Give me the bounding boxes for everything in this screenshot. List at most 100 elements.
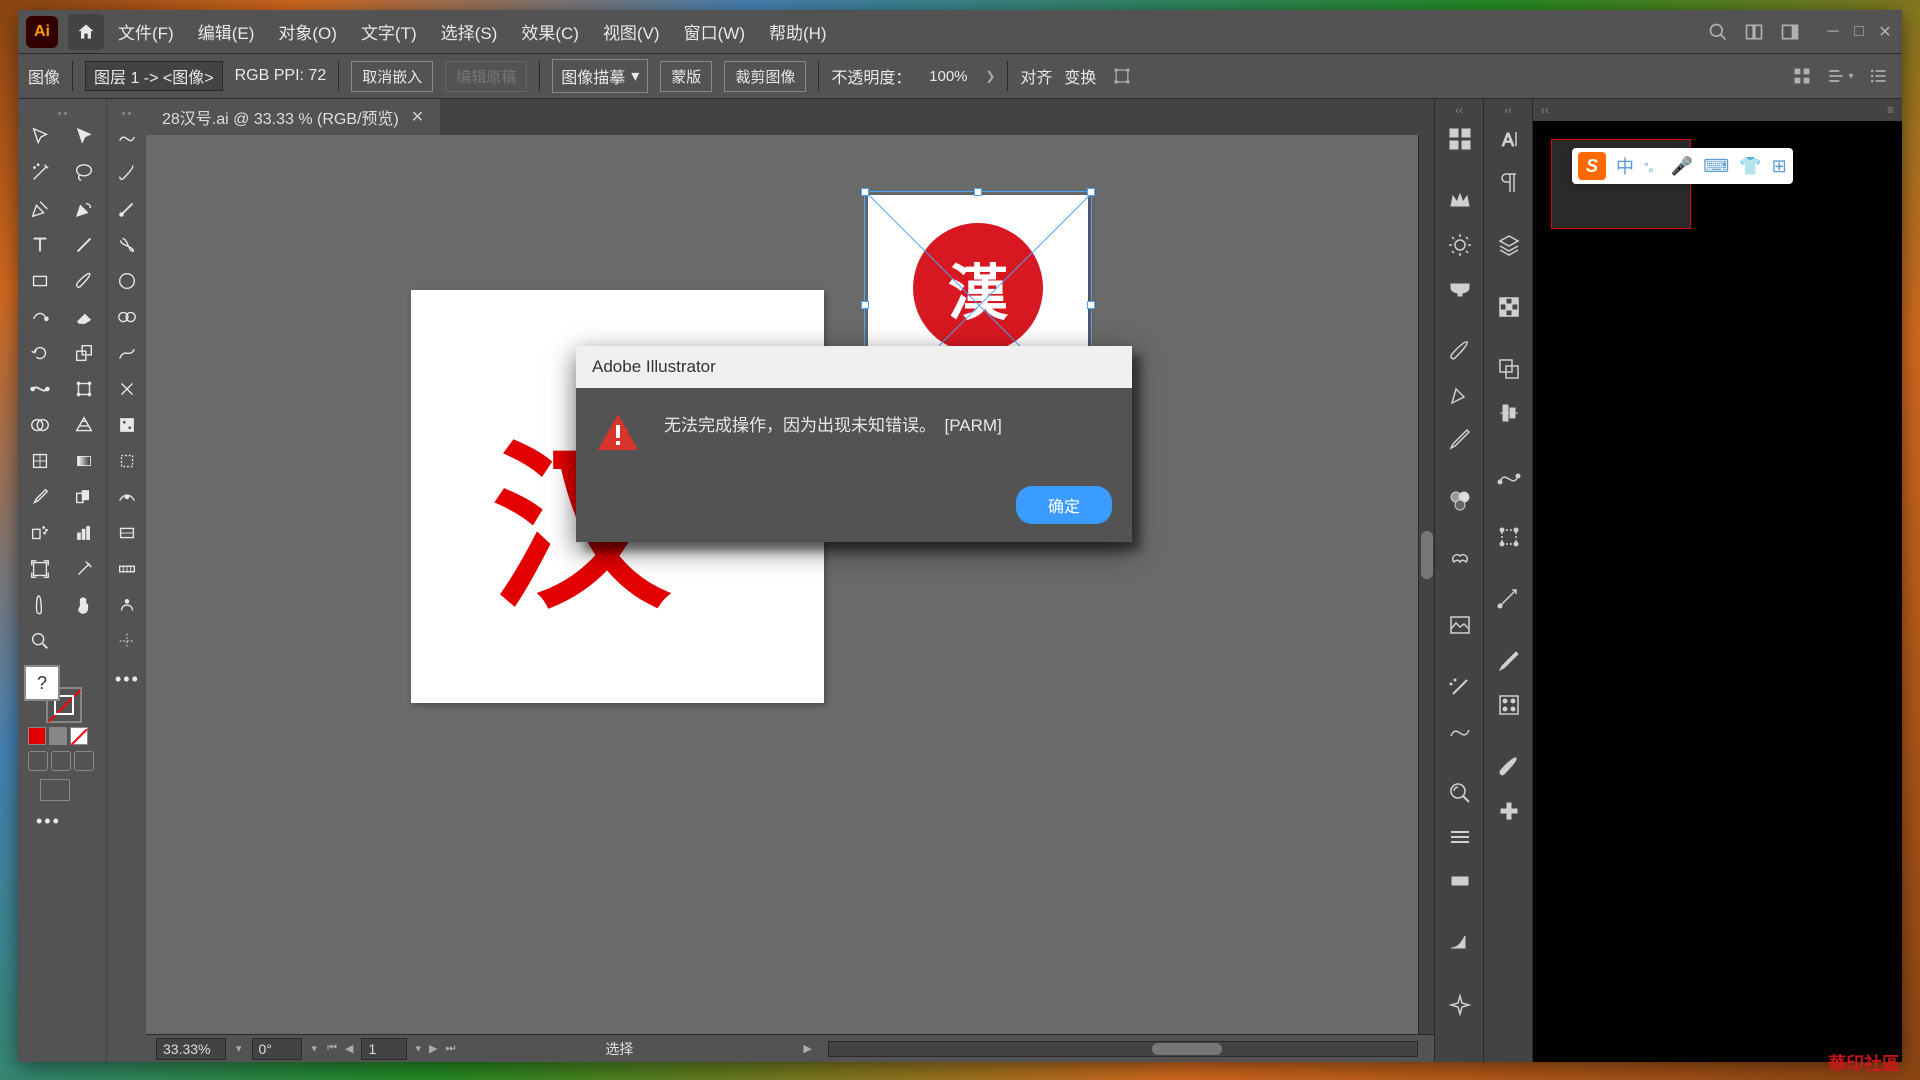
curvature-tool[interactable] [62, 191, 106, 227]
direct-selection-tool[interactable] [62, 119, 106, 155]
panel-type-a-icon[interactable]: A [1484, 117, 1533, 161]
menu-object[interactable]: 对象(O) [268, 13, 347, 50]
hand-tool-2[interactable] [62, 587, 106, 623]
aux-tool-10[interactable] [107, 443, 147, 479]
line-tool[interactable] [62, 227, 106, 263]
align-label[interactable]: 对齐 [1020, 64, 1052, 88]
magic-wand-tool[interactable] [18, 155, 62, 191]
selection-handle[interactable] [1087, 301, 1095, 309]
panel-brush-icon[interactable] [1435, 329, 1484, 373]
aux-edit-toolbar[interactable]: ••• [115, 669, 146, 690]
minimize-button[interactable]: ─ [1824, 23, 1842, 41]
aux-tool-13[interactable] [107, 551, 147, 587]
essentials-icon[interactable]: ▾ [1826, 62, 1854, 90]
layer-info[interactable]: 图层 1 -> <图像> [85, 61, 223, 91]
rectangle-tool[interactable] [18, 263, 62, 299]
aux-tool-5[interactable] [107, 263, 147, 299]
collapse-icon[interactable]: ‹‹ [1541, 103, 1549, 117]
last-artboard-icon[interactable]: ⏭ [445, 1042, 455, 1055]
prev-artboard-icon[interactable]: ◀ [345, 1042, 353, 1055]
panel-anchor-icon[interactable] [1484, 453, 1533, 497]
ime-logo[interactable]: S [1578, 152, 1606, 180]
selection-handle[interactable] [861, 188, 869, 196]
none-swatch[interactable] [70, 727, 88, 745]
panel-pencil-icon[interactable] [1435, 417, 1484, 461]
screen-mode[interactable] [40, 779, 70, 801]
aux-tool-2[interactable] [107, 155, 147, 191]
aux-tool-12[interactable] [107, 515, 147, 551]
symbol-sprayer-tool[interactable] [18, 515, 62, 551]
opacity-input[interactable] [923, 68, 973, 85]
panel-pathfinder-icon[interactable] [1484, 347, 1533, 391]
panel-lines-icon[interactable] [1435, 815, 1484, 859]
shaper-tool[interactable] [18, 299, 62, 335]
scrollbar-thumb[interactable] [1421, 531, 1433, 579]
panel-wand-icon[interactable] [1435, 665, 1484, 709]
panel-paragraph-icon[interactable] [1484, 161, 1533, 205]
crop-button[interactable]: 裁剪图像 [724, 61, 806, 92]
unembed-button[interactable]: 取消嵌入 [351, 61, 433, 92]
aux-tool-8[interactable] [107, 371, 147, 407]
ime-skin-icon[interactable]: 👕 [1739, 156, 1761, 177]
fill-swatch[interactable]: ? [24, 665, 60, 701]
horizontal-scrollbar[interactable] [828, 1041, 1418, 1057]
panel-anvil-icon[interactable] [1435, 267, 1484, 311]
ime-mic-icon[interactable]: 🎤 [1671, 156, 1693, 177]
dialog-ok-button[interactable]: 确定 [1016, 486, 1112, 524]
panel-trim-icon[interactable] [1435, 859, 1484, 903]
grid-icon[interactable] [1788, 62, 1816, 90]
first-artboard-icon[interactable]: ⏮ [327, 1042, 337, 1055]
aux-tool-14[interactable] [107, 587, 147, 623]
panel-paint-icon[interactable] [1484, 745, 1533, 789]
panel-crown-icon[interactable] [1435, 179, 1484, 223]
list-icon[interactable] [1864, 62, 1892, 90]
selection-handle[interactable] [861, 301, 869, 309]
blend-tool[interactable] [62, 479, 106, 515]
menu-effect[interactable]: 效果(C) [511, 13, 589, 50]
isolate-icon[interactable] [1108, 62, 1136, 90]
close-button[interactable]: ✕ [1876, 23, 1894, 41]
aux-tool-7[interactable] [107, 335, 147, 371]
panel-swatches-icon[interactable] [1435, 117, 1484, 161]
edit-toolbar[interactable]: ••• [36, 811, 106, 832]
ime-keyboard-icon[interactable]: ⌨ [1703, 156, 1729, 177]
artboard-dropdown-icon[interactable]: ▾ [415, 1042, 421, 1055]
search-icon[interactable] [1706, 20, 1730, 44]
image-trace-dropdown[interactable]: 图像描摹▾ [552, 59, 648, 93]
panel-pattern-icon[interactable] [1484, 683, 1533, 727]
mask-button[interactable]: 蒙版 [660, 61, 712, 92]
zoom-input[interactable] [156, 1038, 226, 1060]
menu-file[interactable]: 文件(F) [108, 13, 184, 50]
ime-grid-icon[interactable]: ⊞ [1772, 156, 1787, 177]
panel-image-icon[interactable] [1435, 603, 1484, 647]
panel-brightness-icon[interactable] [1435, 223, 1484, 267]
menu-view[interactable]: 视图(V) [593, 13, 670, 50]
home-button[interactable] [68, 14, 104, 50]
rotate-tool[interactable] [18, 335, 62, 371]
menu-select[interactable]: 选择(S) [431, 13, 508, 50]
aux-tool-15[interactable] [107, 623, 147, 659]
workspace-icon[interactable] [1778, 20, 1802, 44]
fill-stroke-control[interactable]: ? [24, 665, 82, 723]
artboard-tool[interactable] [18, 551, 62, 587]
paintbrush-tool[interactable] [62, 263, 106, 299]
aux-tool-4[interactable] [107, 227, 147, 263]
free-transform-tool[interactable] [62, 371, 106, 407]
color-swatch[interactable] [28, 727, 46, 745]
canvas[interactable]: 汉 漢 Adob [146, 135, 1434, 1034]
type-tool[interactable] [18, 227, 62, 263]
gradient-swatch[interactable] [49, 727, 67, 745]
panel-fin-icon[interactable] [1435, 921, 1484, 965]
status-menu-icon[interactable]: ▶ [803, 1042, 811, 1055]
panel-move-icon[interactable] [1484, 577, 1533, 621]
rotate-dropdown-icon[interactable]: ▾ [312, 1042, 318, 1055]
eyedropper-tool[interactable] [18, 479, 62, 515]
graph-tool[interactable] [62, 515, 106, 551]
perspective-tool[interactable] [62, 407, 106, 443]
hand-tool[interactable] [18, 587, 62, 623]
draw-behind[interactable] [51, 751, 71, 771]
vertical-scrollbar[interactable] [1418, 135, 1434, 1034]
panel-menu-icon[interactable]: ≡ [1887, 103, 1894, 117]
aux-tool-3[interactable] [107, 191, 147, 227]
panel-layers-icon[interactable] [1484, 223, 1533, 267]
